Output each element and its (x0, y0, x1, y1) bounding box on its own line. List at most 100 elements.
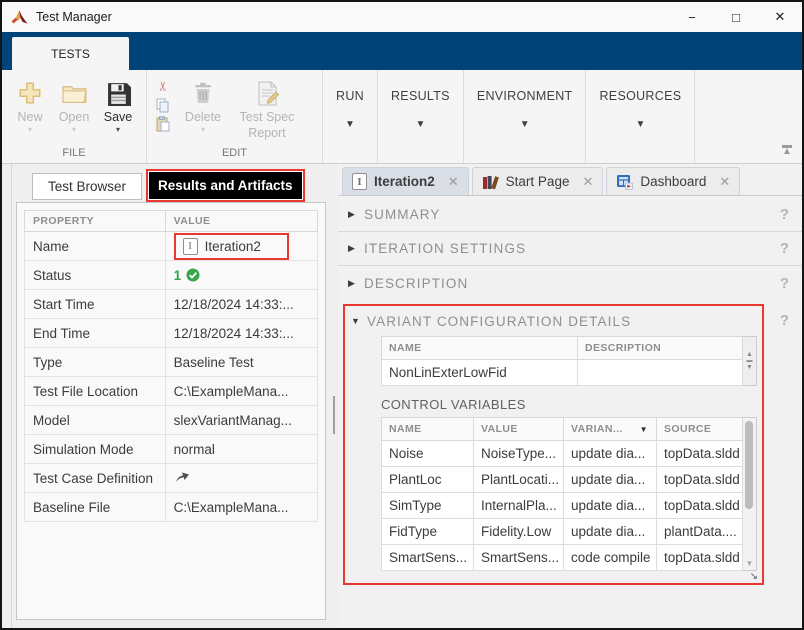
open-dropdown-caret-icon[interactable]: ▾ (72, 125, 76, 134)
table-row[interactable]: Status 1 (25, 261, 318, 290)
help-icon[interactable]: ? (780, 312, 789, 329)
section-iteration-settings[interactable]: ▶ ITERATION SETTINGS ? (338, 232, 802, 266)
cv-source-header[interactable]: SOURCE (657, 418, 743, 441)
table-row[interactable]: SimType InternalPla... update dia... top… (382, 493, 743, 519)
environment-dropdown-caret-icon: ▼ (520, 119, 530, 130)
table-row[interactable]: Model slexVariantManag... (25, 406, 318, 435)
dashboard-icon (616, 174, 633, 190)
table-row[interactable]: Baseline File C:\ExampleMana... (25, 493, 318, 522)
run-label: RUN (336, 89, 364, 103)
config-description-header[interactable]: DESCRIPTION (578, 337, 743, 360)
scrollbar-thumb[interactable] (745, 421, 753, 509)
environment-group-button[interactable]: ENVIRONMENT ▼ (464, 70, 587, 163)
environment-label: ENVIRONMENT (477, 89, 573, 103)
maximize-icon[interactable]: □ (714, 2, 758, 32)
left-edge-strip (2, 164, 12, 628)
paste-icon[interactable] (155, 116, 171, 132)
test-spec-report-label: Test SpecReport (240, 110, 295, 141)
open-folder-icon (61, 78, 88, 108)
table-row[interactable]: Test File Location C:\ExampleMana... (25, 377, 318, 406)
matlab-logo-icon (11, 9, 28, 26)
control-table-scrollbar[interactable]: ▼ ↘ (743, 417, 757, 571)
close-icon[interactable]: ✕ (758, 2, 802, 32)
tab-start-page[interactable]: Start Page ✕ (472, 167, 604, 195)
value-column-header[interactable]: VALUE (165, 211, 317, 232)
table-row[interactable]: SmartSens... SmartSens... code compile t… (382, 545, 743, 571)
results-group-button[interactable]: RESULTS ▼ (378, 70, 464, 163)
help-icon[interactable]: ? (780, 275, 789, 292)
table-row[interactable]: Test Case Definition (25, 464, 318, 493)
run-group-button[interactable]: RUN ▼ (323, 70, 378, 163)
window-title: Test Manager (36, 10, 112, 24)
table-row[interactable]: End Time 12/18/2024 14:33:... (25, 319, 318, 348)
table-row[interactable]: Start Time 12/18/2024 14:33:... (25, 290, 318, 319)
left-panel: Test Browser Results and Artifacts PROPE… (12, 164, 330, 628)
edit-group: ✂ Delete ▾ (147, 70, 323, 163)
panel-splitter[interactable] (330, 164, 338, 628)
collapse-ribbon-icon[interactable]: ▬▲ (782, 143, 792, 155)
title-bar: Test Manager − □ ✕ (2, 2, 802, 32)
property-table: PROPERTY VALUE Name I Iteration2 (24, 210, 318, 522)
save-dropdown-caret-icon[interactable]: ▾ (116, 125, 120, 134)
test-manager-window: Test Manager − □ ✕ TESTS New ▾ (0, 0, 804, 630)
expand-caret-icon: ▶ (348, 209, 364, 220)
report-document-icon (255, 78, 280, 108)
resources-dropdown-caret-icon: ▼ (635, 119, 645, 130)
close-tab-icon[interactable]: ✕ (719, 174, 730, 190)
help-icon[interactable]: ? (780, 240, 789, 257)
new-label: New (17, 110, 42, 124)
new-plus-icon (17, 78, 43, 108)
resize-grip-icon[interactable]: ↘ (750, 571, 758, 582)
table-row[interactable]: PlantLoc PlantLocati... update dia... to… (382, 467, 743, 493)
tab-iteration2[interactable]: I Iteration2 ✕ (342, 167, 469, 195)
resources-group-button[interactable]: RESOURCES ▼ (586, 70, 695, 163)
cv-variant-header[interactable]: VARIAN...▼ (564, 418, 657, 441)
table-row[interactable]: FidType Fidelity.Low update dia... plant… (382, 519, 743, 545)
new-dropdown-caret-icon[interactable]: ▾ (28, 125, 32, 134)
tab-dashboard[interactable]: Dashboard ✕ (606, 167, 740, 195)
tab-test-browser[interactable]: Test Browser (32, 173, 142, 200)
section-description[interactable]: ▶ DESCRIPTION ? (338, 266, 802, 300)
cv-name-header[interactable]: NAME (382, 418, 474, 441)
table-row[interactable]: Simulation Mode normal (25, 435, 318, 464)
table-row[interactable]: Type Baseline Test (25, 348, 318, 377)
goto-definition-arrow-icon[interactable] (174, 469, 191, 484)
iteration-icon: I (183, 238, 198, 255)
results-dropdown-caret-icon: ▼ (415, 119, 425, 130)
expand-caret-icon: ▶ (348, 278, 364, 289)
delete-button[interactable]: Delete ▾ (175, 74, 231, 134)
new-button[interactable]: New ▾ (8, 74, 52, 134)
variant-section-header[interactable]: ▼ VARIANT CONFIGURATION DETAILS (345, 306, 762, 336)
cut-icon[interactable]: ✂ (155, 78, 171, 94)
config-table-scrollbar[interactable]: ▲▬▼ (743, 336, 757, 386)
minimize-icon[interactable]: − (670, 2, 714, 32)
table-row[interactable]: Name I Iteration2 (25, 232, 318, 261)
file-group-label: FILE (8, 145, 140, 163)
test-spec-report-button[interactable]: Test SpecReport (231, 74, 303, 141)
save-floppy-icon (106, 78, 131, 108)
close-tab-icon[interactable]: ✕ (448, 174, 459, 190)
copy-icon[interactable] (155, 97, 171, 113)
save-button[interactable]: Save ▾ (96, 74, 140, 134)
open-button[interactable]: Open ▾ (52, 74, 96, 134)
tab-results-and-artifacts[interactable]: Results and Artifacts (149, 172, 302, 199)
tab-tests[interactable]: TESTS (12, 37, 129, 70)
close-tab-icon[interactable]: ✕ (582, 174, 593, 190)
delete-dropdown-caret-icon[interactable]: ▾ (201, 125, 205, 134)
document-area: I Iteration2 ✕ Start Page ✕ (338, 164, 802, 628)
table-row[interactable]: NonLinExterLowFid (382, 360, 743, 386)
variant-config-table: NAME DESCRIPTION NonLinExterLowFid ▲▬▼ (381, 336, 762, 386)
cv-value-header[interactable]: VALUE (474, 418, 564, 441)
scroll-down-icon[interactable]: ▼ (743, 559, 756, 568)
iteration-doc-icon: I (352, 173, 367, 190)
property-column-header[interactable]: PROPERTY (25, 211, 166, 232)
toolbar: New ▾ Open ▾ Save ▾ FI (2, 70, 802, 164)
table-row[interactable]: Noise NoiseType... update dia... topData… (382, 441, 743, 467)
start-page-books-icon (482, 174, 499, 190)
section-summary[interactable]: ▶ SUMMARY ? (338, 198, 802, 232)
expand-caret-icon: ▶ (348, 243, 364, 254)
save-label: Save (104, 110, 133, 124)
help-icon[interactable]: ? (780, 206, 789, 223)
iteration-detail-content: ▶ SUMMARY ? ▶ ITERATION SETTINGS ? ▶ DES… (338, 196, 802, 628)
config-name-header[interactable]: NAME (382, 337, 578, 360)
